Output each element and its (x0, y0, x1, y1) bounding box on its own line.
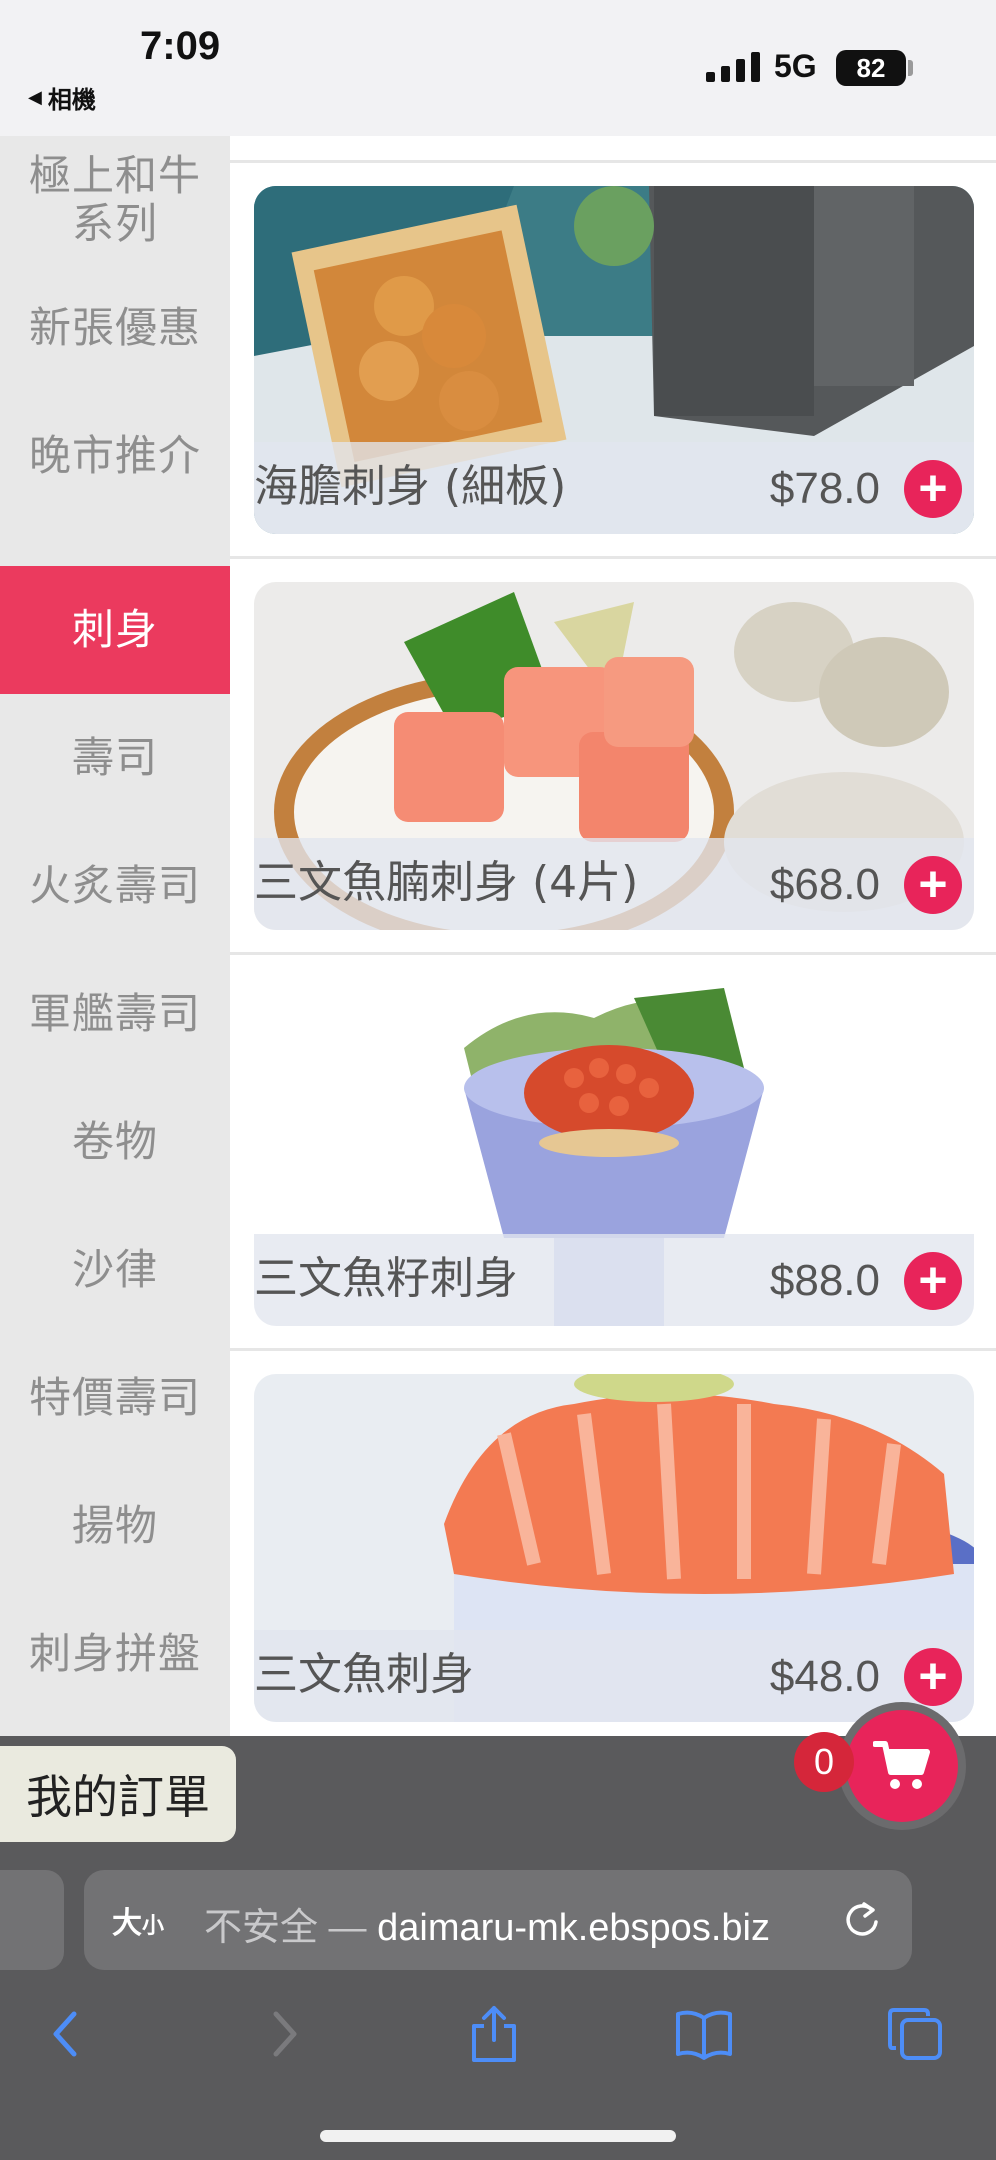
home-indicator (320, 2130, 676, 2142)
item-price: $78.0 (769, 464, 880, 513)
menu-item-card[interactable]: 海膽刺身 (細板) $78.0 + (254, 186, 974, 534)
forward-icon[interactable] (254, 2004, 314, 2064)
item-price: $88.0 (769, 1256, 880, 1305)
add-to-cart-button[interactable]: + (904, 856, 962, 914)
category-label: 刺身 (71, 605, 158, 654)
category-label: 新張優惠 (28, 303, 201, 352)
security-label: 不安全 — (204, 1907, 367, 1949)
divider (230, 952, 996, 955)
category-item[interactable]: 軍艦壽司 (0, 950, 230, 1078)
add-to-cart-button[interactable]: + (904, 1252, 962, 1310)
category-item[interactable]: 極上和牛系列 (0, 136, 230, 264)
back-app-label: 相機 (47, 86, 96, 114)
category-label: 卷物 (71, 1117, 158, 1166)
item-name: 海膽刺身 (細板) (254, 461, 567, 512)
divider (230, 160, 996, 163)
cart-button[interactable] (846, 1710, 958, 1822)
category-item[interactable]: 新張優惠 (0, 264, 230, 392)
divider (230, 556, 996, 559)
category-label: 沙律 (71, 1245, 158, 1294)
text-size-button[interactable]: 大小 (112, 1898, 164, 1942)
category-label: 揚物 (71, 1501, 158, 1550)
shopping-cart-icon (873, 1741, 930, 1789)
category-item[interactable]: 晚市推介 (0, 392, 230, 520)
item-name: 三文魚刺身 (254, 1649, 474, 1700)
back-icon[interactable] (36, 2004, 96, 2064)
category-item[interactable]: 刺身拼盤 (0, 1590, 230, 1718)
item-name: 三文魚腩刺身 (4片) (254, 857, 639, 908)
item-name: 三文魚籽刺身 (254, 1253, 518, 1304)
divider (230, 1348, 996, 1351)
category-item-active[interactable]: 刺身 (0, 566, 230, 694)
add-to-cart-button[interactable]: + (904, 460, 962, 518)
share-icon[interactable] (464, 2004, 524, 2064)
menu-item-card[interactable]: 三文魚刺身 $48.0 + (254, 1374, 974, 1722)
back-triangle-icon: ◀ (28, 87, 42, 108)
back-to-app-link[interactable]: ◀ 相機 (28, 80, 96, 115)
battery-icon: 82 (836, 50, 906, 86)
category-item[interactable]: 火炙壽司 (0, 822, 230, 950)
category-label: 特價壽司 (28, 1373, 201, 1422)
category-label: 軍艦壽司 (28, 989, 201, 1038)
category-label: 晚市推介 (28, 431, 201, 480)
clock: 7:09 (140, 24, 221, 68)
menu-list: 海膽刺身 (細板) $78.0 + 三文魚腩刺身 (4片) $68.0 + 三文… (230, 136, 996, 1736)
signal-icon (706, 52, 760, 82)
reload-icon[interactable] (842, 1898, 882, 1942)
menu-item-card[interactable]: 三文魚腩刺身 (4片) $68.0 + (254, 582, 974, 930)
category-item[interactable]: 沙律 (0, 1206, 230, 1334)
network-label: 5G (774, 48, 817, 84)
category-label: 壽司 (71, 733, 158, 782)
text-size-big: 大 (112, 1906, 142, 1941)
item-price: $48.0 (769, 1652, 880, 1701)
category-label: 火炙壽司 (28, 861, 201, 910)
battery-tip (908, 60, 913, 76)
category-item[interactable]: 壽司 (0, 694, 230, 822)
category-item[interactable]: 特價壽司 (0, 1334, 230, 1462)
add-to-cart-button[interactable]: + (904, 1648, 962, 1706)
my-order-button[interactable]: 我的訂單 (0, 1746, 236, 1842)
previous-tab-preview[interactable] (0, 1870, 64, 1970)
category-item[interactable]: 卷物 (0, 1078, 230, 1206)
domain-label: daimaru-mk.ebspos.biz (377, 1907, 770, 1949)
url-text[interactable]: 不安全 — daimaru-mk.ebspos.biz (204, 1896, 770, 1951)
menu-item-card[interactable]: 三文魚籽刺身 $88.0 + (254, 978, 974, 1326)
cart-count-badge: 0 (794, 1732, 854, 1792)
category-label: 極上和牛系列 (28, 151, 201, 248)
category-label: 刺身拼盤 (28, 1629, 201, 1678)
tabs-icon[interactable] (886, 2004, 946, 2064)
category-sidebar: 極上和牛系列 新張優惠 晚市推介 刺身 壽司 火炙壽司 軍艦壽司 卷物 沙律 特… (0, 136, 230, 1736)
status-bar: 7:09 ◀ 相機 5G 82 (0, 0, 996, 136)
bookmarks-icon[interactable] (674, 2004, 734, 2064)
item-price: $68.0 (769, 860, 880, 909)
battery-level: 82 (856, 52, 886, 83)
category-item[interactable]: 揚物 (0, 1462, 230, 1590)
text-size-small: 小 (142, 1914, 165, 1939)
